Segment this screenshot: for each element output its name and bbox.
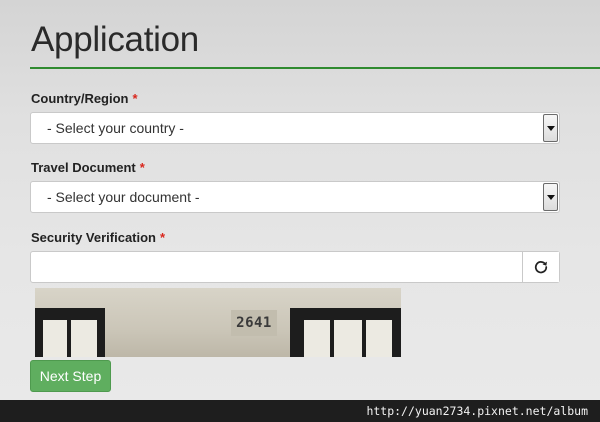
- document-label: Travel Document *: [31, 160, 145, 175]
- country-label-text: Country/Region: [31, 91, 129, 106]
- required-marker: *: [139, 160, 145, 175]
- required-marker: *: [132, 91, 138, 106]
- refresh-icon: [534, 261, 548, 274]
- footer-bar: http://yuan2734.pixnet.net/album: [0, 400, 600, 422]
- security-code-input[interactable]: [31, 252, 523, 282]
- document-label-text: Travel Document: [31, 160, 136, 175]
- watermark-text: http://yuan2734.pixnet.net/album: [366, 404, 588, 418]
- next-step-button[interactable]: Next Step: [30, 360, 111, 392]
- chevron-down-icon[interactable]: [543, 183, 558, 211]
- security-input-group: [30, 251, 560, 283]
- page-title: Application: [31, 20, 199, 59]
- chevron-down-icon[interactable]: [543, 114, 558, 142]
- captcha-image: 2641: [35, 288, 401, 357]
- refresh-captcha-button[interactable]: [522, 252, 559, 282]
- captcha-window-right: [290, 308, 401, 357]
- required-marker: *: [160, 230, 166, 245]
- country-label: Country/Region *: [31, 91, 138, 106]
- title-divider: [30, 67, 600, 69]
- country-select[interactable]: - Select your country -: [30, 112, 560, 144]
- document-select-value: - Select your document -: [47, 189, 200, 205]
- captcha-text: 2641: [231, 310, 277, 336]
- document-select[interactable]: - Select your document -: [30, 181, 560, 213]
- country-select-value: - Select your country -: [47, 120, 184, 136]
- security-label-text: Security Verification: [31, 230, 156, 245]
- security-label: Security Verification *: [31, 230, 165, 245]
- captcha-window-left: [35, 308, 105, 357]
